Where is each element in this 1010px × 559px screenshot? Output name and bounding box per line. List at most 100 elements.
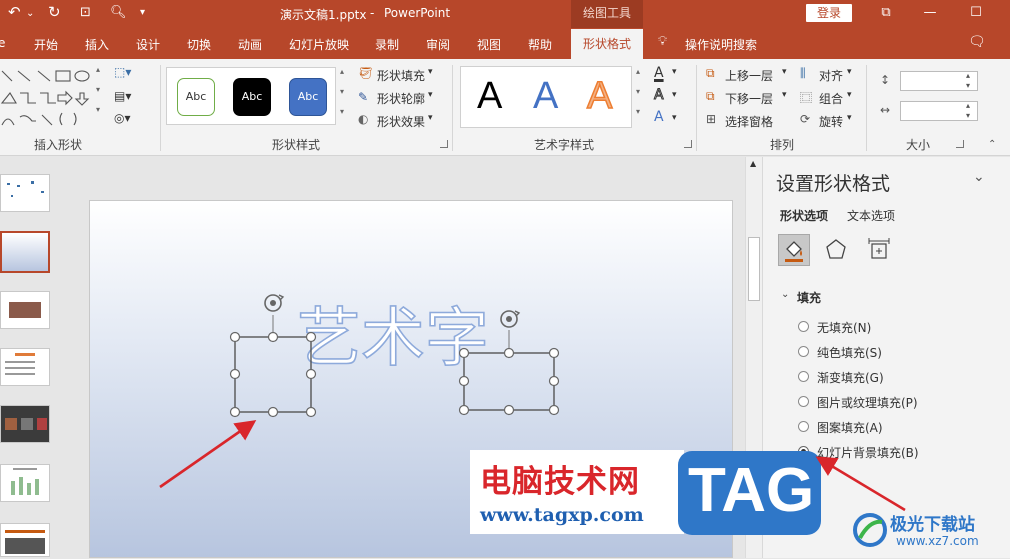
fill-section-chevron-icon[interactable]: ⌄ bbox=[781, 289, 789, 300]
scrollbar-thumb[interactable] bbox=[748, 237, 760, 301]
ribbon-display-options-icon[interactable]: ⧉ bbox=[876, 4, 896, 22]
slide-thumbnail[interactable] bbox=[0, 348, 50, 386]
style-scroll-up-icon[interactable]: ▴ bbox=[340, 67, 344, 76]
send-backward-button[interactable]: 下移一层 bbox=[725, 90, 773, 107]
text-fill-icon[interactable]: A bbox=[654, 65, 664, 81]
rotate-dropdown-icon[interactable]: ▾ bbox=[847, 113, 852, 123]
radio-gradient-fill[interactable] bbox=[798, 371, 809, 382]
shape-outline-dropdown-icon[interactable]: ▾ bbox=[428, 90, 433, 100]
size-launcher-icon[interactable] bbox=[956, 140, 964, 148]
tab-insert[interactable]: 插入 bbox=[85, 36, 109, 53]
width-stepper-icon[interactable]: ▴ bbox=[966, 101, 970, 110]
tell-me-search[interactable]: 操作说明搜索 bbox=[685, 36, 757, 53]
tab-review[interactable]: 审阅 bbox=[426, 36, 450, 53]
send-backward-dropdown-icon[interactable]: ▾ bbox=[782, 90, 787, 100]
group-button[interactable]: 组合 bbox=[819, 90, 843, 107]
shape-style-sample[interactable]: Abc bbox=[289, 78, 327, 116]
wordart-styles-launcher-icon[interactable] bbox=[684, 140, 692, 148]
wordart-gallery[interactable]: A A A bbox=[460, 66, 632, 128]
style-more-icon[interactable]: ▾ bbox=[340, 107, 344, 116]
label-solid-fill[interactable]: 纯色填充(S) bbox=[817, 344, 882, 361]
label-pattern-fill[interactable]: 图案填充(A) bbox=[817, 419, 883, 436]
merge-shapes-icon[interactable]: ◎▾ bbox=[114, 111, 131, 125]
shape-style-gallery[interactable]: Abc Abc Abc bbox=[166, 67, 336, 125]
tab-view[interactable]: 视图 bbox=[477, 36, 501, 53]
radio-pattern-fill[interactable] bbox=[798, 421, 809, 432]
wordart-scroll-down-icon[interactable]: ▾ bbox=[636, 87, 640, 96]
label-slide-background-fill[interactable]: 幻灯片背景填充(B) bbox=[817, 444, 919, 461]
shape-styles-launcher-icon[interactable] bbox=[440, 140, 448, 148]
bring-forward-dropdown-icon[interactable]: ▾ bbox=[782, 67, 787, 77]
tab-record[interactable]: 录制 bbox=[375, 36, 399, 53]
shape-gallery[interactable] bbox=[0, 67, 100, 131]
print-preview-icon[interactable]: 🔍︎ bbox=[110, 5, 127, 20]
tab-design[interactable]: 设计 bbox=[136, 36, 160, 53]
minimize-icon[interactable]: — bbox=[920, 4, 940, 22]
slide-thumbnail-selected[interactable] bbox=[0, 231, 50, 273]
wordart-scroll-up-icon[interactable]: ▴ bbox=[636, 67, 640, 76]
collapse-ribbon-icon[interactable]: ⌃ bbox=[988, 139, 996, 150]
shape-fill-dropdown-icon[interactable]: ▾ bbox=[428, 67, 433, 77]
label-no-fill[interactable]: 无填充(N) bbox=[817, 319, 871, 336]
shape-effects-button[interactable]: 形状效果 bbox=[377, 113, 425, 130]
gallery-scroll-down-icon[interactable]: ▾ bbox=[96, 85, 100, 94]
selection-pane-button[interactable]: 选择窗格 bbox=[725, 113, 773, 130]
gallery-scroll-up-icon[interactable]: ▴ bbox=[96, 65, 100, 74]
text-outline-dropdown-icon[interactable]: ▾ bbox=[672, 90, 677, 100]
tab-shape-format[interactable]: 形状格式 bbox=[571, 29, 643, 59]
wordart-sample[interactable]: A bbox=[477, 75, 502, 118]
shape-fill-button[interactable]: 形状填充 bbox=[377, 67, 425, 84]
tab-file-partial[interactable]: e bbox=[0, 36, 5, 50]
radio-no-fill[interactable] bbox=[798, 321, 809, 332]
shape-outline-button[interactable]: 形状轮廓 bbox=[377, 90, 425, 107]
text-fill-dropdown-icon[interactable]: ▾ bbox=[672, 67, 677, 77]
wordart-more-icon[interactable]: ▾ bbox=[636, 107, 640, 116]
text-outline-icon[interactable]: A bbox=[654, 87, 665, 104]
radio-picture-texture-fill[interactable] bbox=[798, 396, 809, 407]
group-dropdown-icon[interactable]: ▾ bbox=[847, 90, 852, 100]
scroll-up-icon[interactable]: ▲ bbox=[750, 159, 756, 168]
tab-slideshow[interactable]: 幻灯片放映 bbox=[289, 36, 349, 53]
fill-line-tab[interactable] bbox=[778, 234, 810, 266]
slide-thumbnail[interactable] bbox=[0, 523, 50, 557]
bring-forward-button[interactable]: 上移一层 bbox=[725, 67, 773, 84]
tab-transitions[interactable]: 切换 bbox=[187, 36, 211, 53]
rotate-button[interactable]: 旋转 bbox=[819, 113, 843, 130]
present-from-start-icon[interactable]: ⊡ bbox=[80, 5, 91, 20]
text-effects-icon[interactable]: A bbox=[654, 109, 664, 125]
align-dropdown-icon[interactable]: ▾ bbox=[847, 67, 852, 77]
wordart-sample[interactable]: A bbox=[586, 74, 613, 118]
height-stepper-icon[interactable]: ▴ bbox=[966, 71, 970, 80]
comments-icon[interactable]: 🗨︎ bbox=[968, 34, 986, 50]
edit-shape-icon[interactable]: ⬚▾ bbox=[114, 65, 131, 79]
undo-dropdown-icon[interactable]: ⌄ bbox=[26, 8, 34, 19]
label-picture-texture-fill[interactable]: 图片或纹理填充(P) bbox=[817, 394, 918, 411]
fill-section-header[interactable]: 填充 bbox=[797, 289, 821, 306]
label-gradient-fill[interactable]: 渐变填充(G) bbox=[817, 369, 884, 386]
radio-solid-fill[interactable] bbox=[798, 346, 809, 357]
text-box-icon[interactable]: ▤▾ bbox=[114, 89, 131, 103]
width-stepper-icon[interactable]: ▾ bbox=[966, 111, 970, 120]
style-scroll-down-icon[interactable]: ▾ bbox=[340, 87, 344, 96]
customize-qat-icon[interactable]: ▾ bbox=[140, 7, 145, 18]
wordart-sample[interactable]: A bbox=[533, 75, 558, 118]
effects-tab[interactable] bbox=[821, 234, 853, 266]
slide-thumbnail[interactable] bbox=[0, 174, 50, 212]
height-stepper-icon[interactable]: ▾ bbox=[966, 81, 970, 90]
tab-text-options[interactable]: 文本选项 bbox=[847, 207, 895, 224]
slide-thumbnail[interactable] bbox=[0, 291, 50, 329]
shape-effects-dropdown-icon[interactable]: ▾ bbox=[428, 113, 433, 123]
tab-shape-options[interactable]: 形状选项 bbox=[780, 207, 828, 224]
maximize-icon[interactable]: ☐ bbox=[966, 4, 986, 22]
undo-icon[interactable]: ↶ bbox=[8, 3, 21, 21]
size-properties-tab[interactable] bbox=[864, 234, 896, 266]
slide-thumbnail[interactable] bbox=[0, 464, 50, 502]
login-button[interactable]: 登录 bbox=[806, 4, 852, 22]
tab-help[interactable]: 帮助 bbox=[528, 36, 552, 53]
shape-style-sample[interactable]: Abc bbox=[177, 78, 215, 116]
text-effects-dropdown-icon[interactable]: ▾ bbox=[672, 113, 677, 123]
gallery-more-icon[interactable]: ▾ bbox=[96, 105, 100, 114]
redo-icon[interactable]: ↻ bbox=[48, 3, 61, 21]
tab-animations[interactable]: 动画 bbox=[238, 36, 262, 53]
tab-home[interactable]: 开始 bbox=[34, 36, 58, 53]
